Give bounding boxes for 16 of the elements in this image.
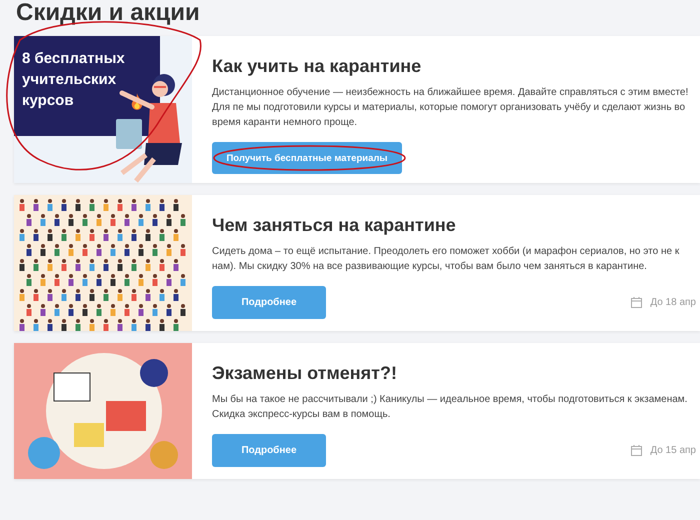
section-title: Скидки и акции	[15, 0, 201, 28]
promo-description: Сидеть дома – то ещё испытание. Преодолеть его поможет хобби (и марафон сериалов, но это не к нам). Мы скидку 30% на все развивающие курсы, чтобы вам было чем заняться в карантине.	[212, 245, 680, 274]
promo-button[interactable]: Подробнее	[212, 434, 326, 467]
promo-title: Чем заняться на карантине	[212, 215, 457, 236]
deadline-text: До 15 апр	[650, 445, 696, 456]
promo-description: Дистанционное обучение — неизбежность на ближайшее время. Давайте справляться с этим вместе! Для пе мы подготовили курсы и материалы, которые помогут организовать учёбу и сделают жизнь во время каранти немного проще.	[212, 86, 690, 130]
promo-button[interactable]: Подробнее	[212, 286, 326, 319]
calendar-icon	[631, 297, 642, 308]
promo-title: Как учить на карантине	[212, 56, 422, 77]
promo-button[interactable]: Получить бесплатные материалы	[212, 142, 402, 174]
calendar-icon	[631, 445, 642, 456]
promo-description: Мы бы на такое не рассчитывали ;) Каникулы — идеальное время, чтобы подготовиться к экзаменам. Скидка экспресс-курсы вам в помощь.	[212, 393, 688, 422]
fire-icon	[130, 93, 144, 111]
banner-text: 8 бесплатных учительских курсов	[22, 49, 126, 111]
promo-title: Экзамены отменят?!	[212, 363, 398, 384]
deadline-text: До 18 апр	[650, 297, 696, 308]
